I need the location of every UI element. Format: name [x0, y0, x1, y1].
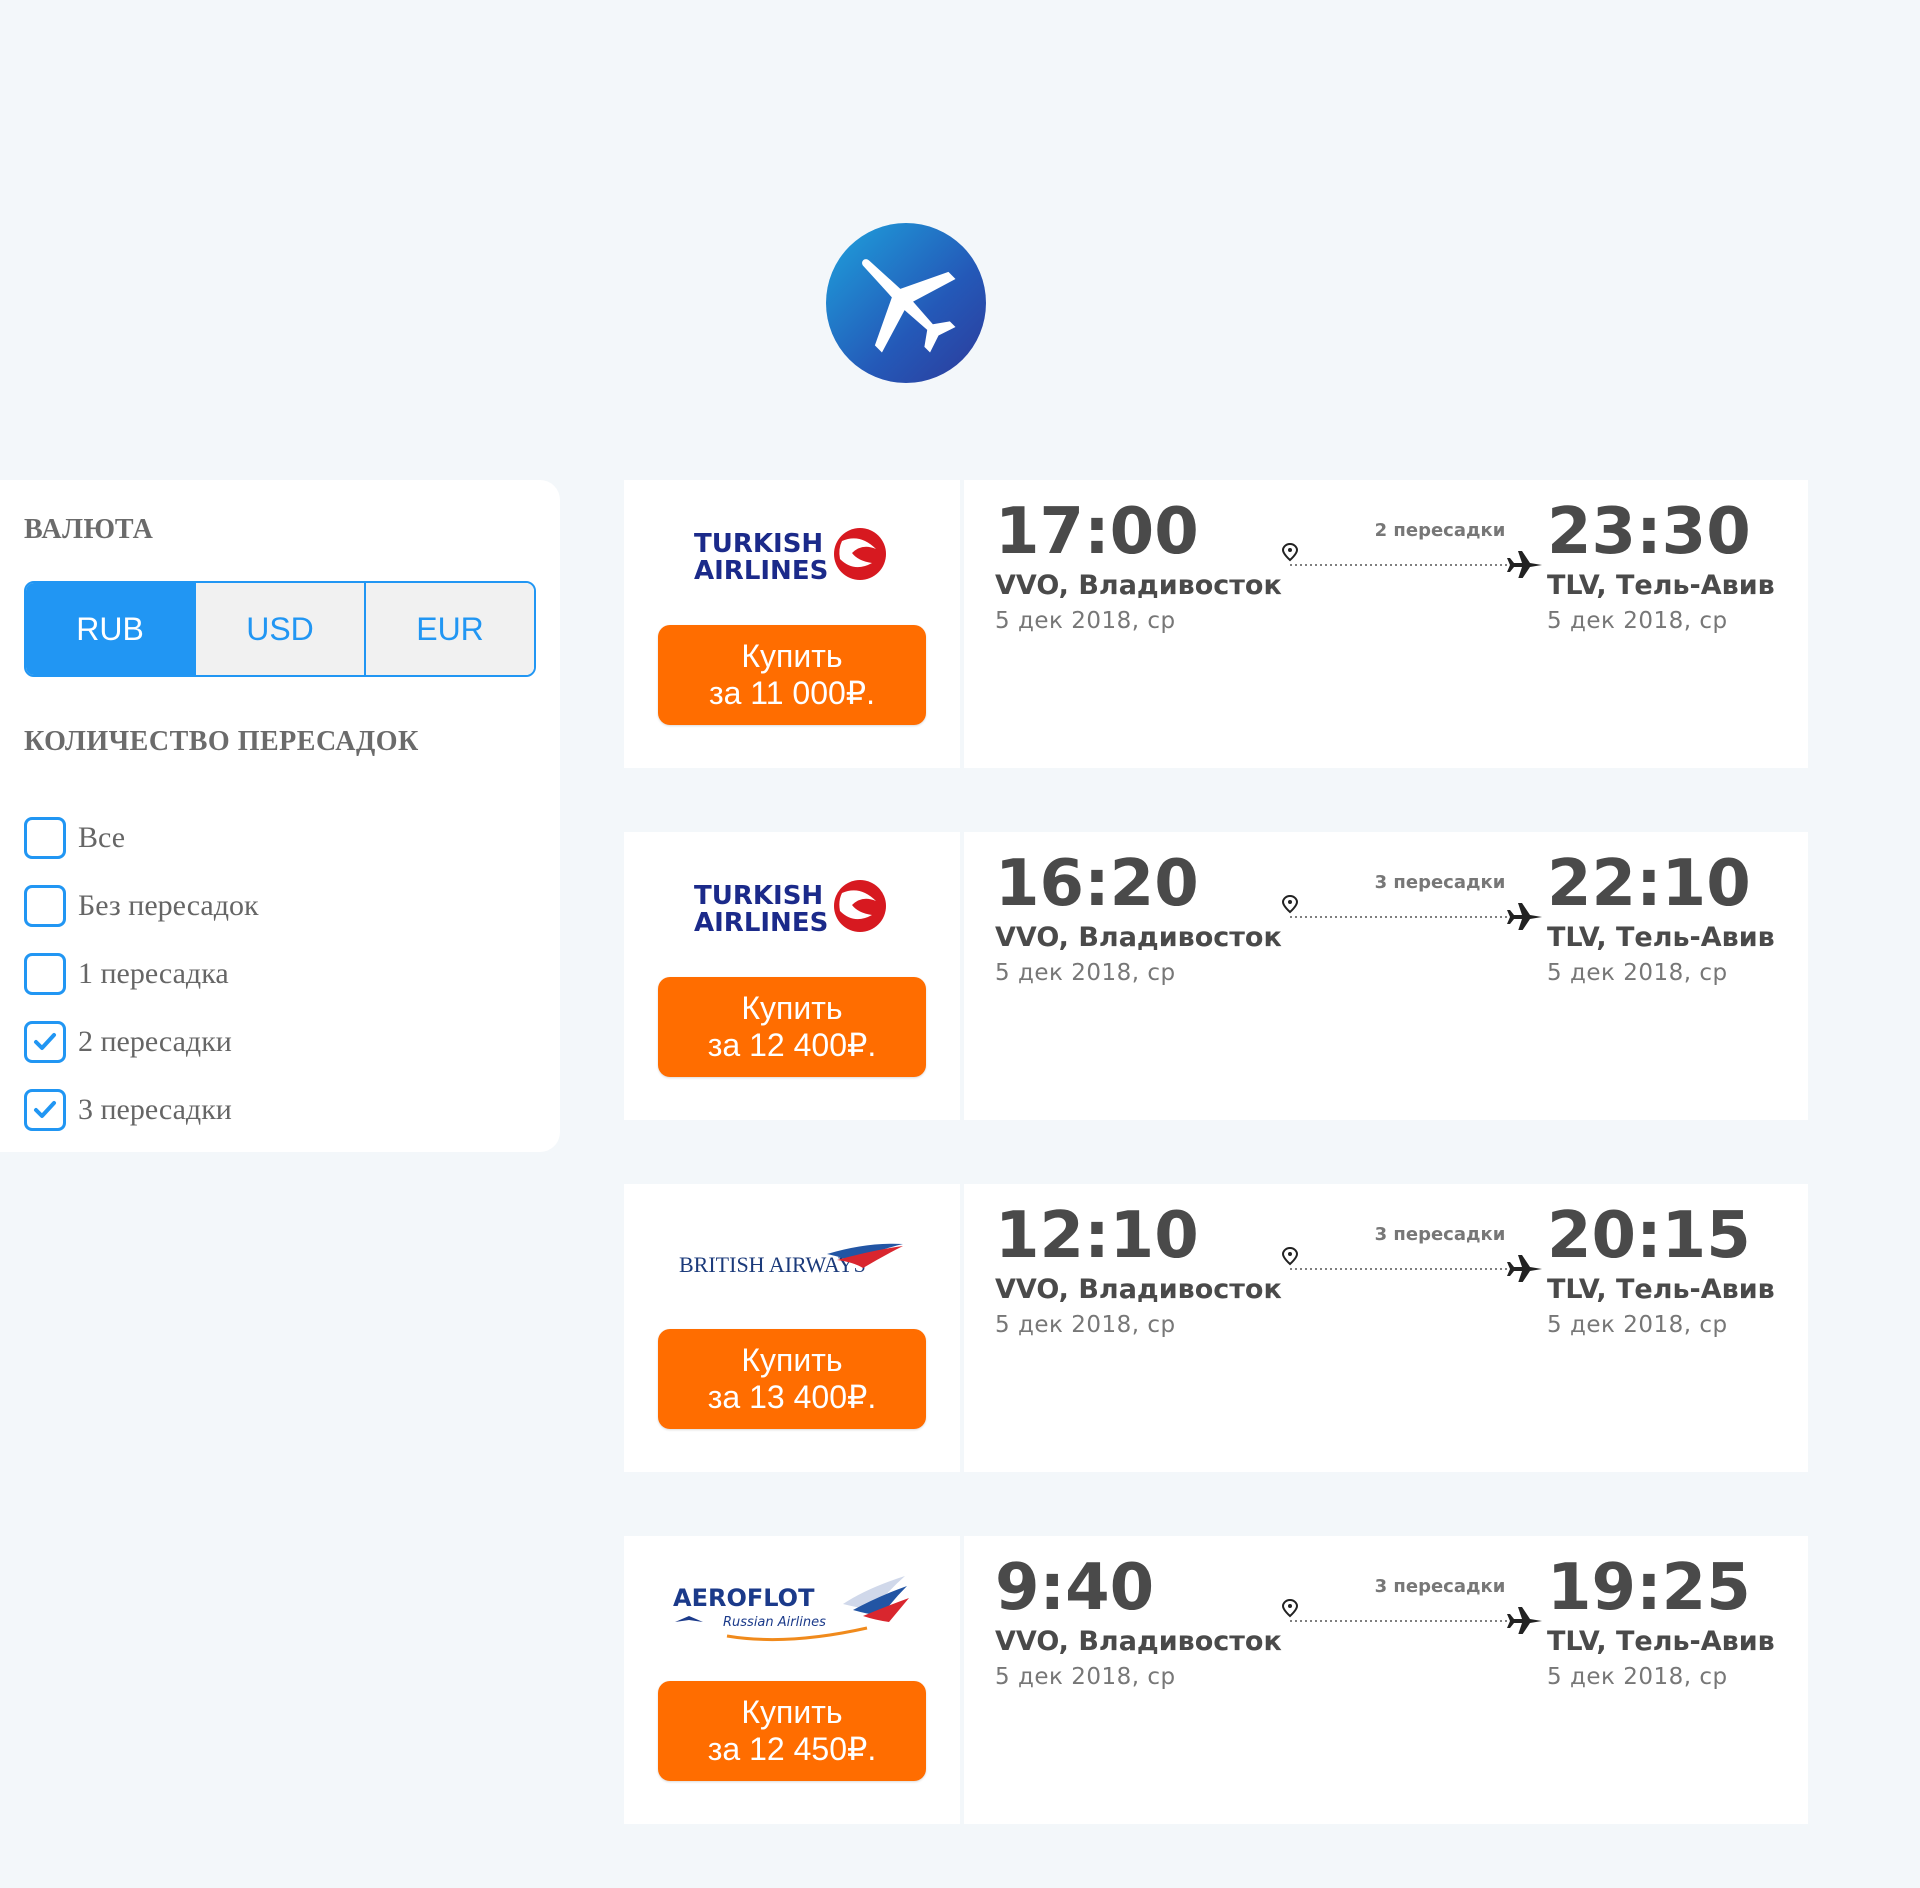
- aeroflot-logo: AEROFLOT Russian Airlines: [624, 1560, 960, 1660]
- filter-panel: ВАЛЮТА RUB USD EUR КОЛИЧЕСТВО ПЕРЕСАДОК …: [0, 480, 560, 1152]
- route-line: [1282, 894, 1542, 930]
- buy-button-price: за 12 400₽.: [707, 1027, 877, 1063]
- buy-button-label: Купить: [741, 638, 843, 674]
- stops-option-label: 1 пересадка: [78, 957, 229, 990]
- location-pin-icon: [1282, 1246, 1299, 1266]
- ticket-route-section: 12:10 VVO, Владивосток 5 дек 2018, ср 3 …: [964, 1184, 1808, 1472]
- arrival-time: 23:30: [1547, 495, 1751, 569]
- departure-city: VVO, Владивосток: [995, 1626, 1282, 1657]
- currency-rub-button[interactable]: RUB: [26, 583, 196, 675]
- turkish-airlines-logo: TURKISH AIRLINES: [624, 504, 960, 604]
- departure-date: 5 дек 2018, ср: [995, 1664, 1176, 1690]
- buy-button-price: за 11 000₽.: [708, 675, 876, 711]
- departure-date: 5 дек 2018, ср: [995, 960, 1176, 986]
- british-airways-logo: BRITISH AIRWAYS: [624, 1208, 960, 1308]
- currency-usd-button[interactable]: USD: [196, 583, 366, 675]
- turkish-airlines-logo: TURKISH AIRLINES: [624, 856, 960, 956]
- ticket-airline-section: TURKISH AIRLINES Купить за 11 000₽.: [624, 480, 960, 768]
- stops-option-nonstop[interactable]: Без пересадок: [24, 872, 259, 940]
- stops-title: КОЛИЧЕСТВО ПЕРЕСАДОК: [24, 726, 419, 757]
- ticket-card: AEROFLOT Russian Airlines Купить за 12 4…: [624, 1536, 1808, 1824]
- route-line: [1282, 542, 1542, 578]
- ticket-card: TURKISH AIRLINES Купить за 12 400₽. 16:2…: [624, 832, 1808, 1120]
- logo-text: AIRLINES: [694, 556, 828, 586]
- arrival-time: 19:25: [1547, 1551, 1751, 1625]
- departure-time: 16:20: [995, 847, 1199, 921]
- checkbox[interactable]: [24, 953, 66, 995]
- site-logo[interactable]: [826, 223, 986, 383]
- stops-option-label: Все: [78, 821, 126, 854]
- stops-option-label: Без пересадок: [78, 889, 259, 922]
- buy-button[interactable]: Купить за 11 000₽.: [658, 625, 926, 725]
- ticket-airline-section: BRITISH AIRWAYS Купить за 13 400₽.: [624, 1184, 960, 1472]
- departure-date: 5 дек 2018, ср: [995, 608, 1176, 634]
- checkmark-icon: [34, 1101, 56, 1118]
- ticket-route-section: 9:40 VVO, Владивосток 5 дек 2018, ср 3 п…: [964, 1536, 1808, 1824]
- arrival-date: 5 дек 2018, ср: [1547, 608, 1728, 634]
- location-pin-icon: [1282, 542, 1299, 562]
- stops-option-1[interactable]: 1 пересадка: [24, 940, 259, 1008]
- stops-option-label: 2 пересадки: [78, 1025, 232, 1058]
- route-line: [1282, 1246, 1542, 1282]
- arrival-date: 5 дек 2018, ср: [1547, 960, 1728, 986]
- departure-time: 12:10: [995, 1199, 1199, 1273]
- currency-title: ВАЛЮТА: [24, 514, 154, 545]
- checkbox[interactable]: [24, 1021, 66, 1063]
- airplane-icon: [1507, 1255, 1542, 1282]
- ticket-card: BRITISH AIRWAYS Купить за 13 400₽. 12:10…: [624, 1184, 1808, 1472]
- departure-time: 9:40: [995, 1551, 1155, 1625]
- departure-city: VVO, Владивосток: [995, 570, 1282, 601]
- logo-text: TURKISH: [694, 529, 823, 559]
- stops-option-2[interactable]: 2 пересадки: [24, 1008, 259, 1076]
- arrival-city: TLV, Тель-Авив: [1547, 1274, 1775, 1305]
- ticket-route-section: 17:00 VVO, Владивосток 5 дек 2018, ср 2 …: [964, 480, 1808, 768]
- departure-time: 17:00: [995, 495, 1199, 569]
- arrival-time: 22:10: [1547, 847, 1751, 921]
- buy-button-label: Купить: [741, 1694, 843, 1730]
- logo-text: Russian Airlines: [723, 1615, 826, 1630]
- departure-date: 5 дек 2018, ср: [995, 1312, 1176, 1338]
- departure-city: VVO, Владивосток: [995, 922, 1282, 953]
- logo-text: AEROFLOT: [673, 1584, 815, 1612]
- buy-button-label: Купить: [741, 990, 843, 1026]
- arrival-date: 5 дек 2018, ср: [1547, 1312, 1728, 1338]
- buy-button-price: за 12 450₽.: [707, 1731, 877, 1767]
- airplane-icon: [1507, 551, 1542, 578]
- buy-button[interactable]: Купить за 13 400₽.: [658, 1329, 926, 1429]
- checkbox[interactable]: [24, 817, 66, 859]
- buy-button[interactable]: Купить за 12 450₽.: [658, 1681, 926, 1781]
- logo-text: AIRLINES: [694, 908, 828, 938]
- departure-city: VVO, Владивосток: [995, 1274, 1282, 1305]
- buy-button-label: Купить: [741, 1342, 843, 1378]
- route-line: [1282, 1598, 1542, 1634]
- location-pin-icon: [1282, 1598, 1299, 1618]
- buy-button[interactable]: Купить за 12 400₽.: [658, 977, 926, 1077]
- airplane-icon: [862, 259, 956, 353]
- arrival-city: TLV, Тель-Авив: [1547, 1626, 1775, 1657]
- stops-option-3[interactable]: 3 пересадки: [24, 1076, 259, 1144]
- checkbox[interactable]: [24, 1089, 66, 1131]
- arrival-city: TLV, Тель-Авив: [1547, 922, 1775, 953]
- logo-text: TURKISH: [694, 881, 823, 911]
- ticket-route-section: 16:20 VVO, Владивосток 5 дек 2018, ср 3 …: [964, 832, 1808, 1120]
- ticket-airline-section: TURKISH AIRLINES Купить за 12 400₽.: [624, 832, 960, 1120]
- ticket-airline-section: AEROFLOT Russian Airlines Купить за 12 4…: [624, 1536, 960, 1824]
- stops-filter-list: Все Без пересадок 1 пересадка 2 пересадк…: [24, 804, 259, 1144]
- buy-button-price: за 13 400₽.: [707, 1379, 877, 1415]
- stops-option-all[interactable]: Все: [24, 804, 259, 872]
- stops-option-label: 3 пересадки: [78, 1093, 232, 1126]
- checkmark-icon: [34, 1033, 56, 1050]
- checkbox[interactable]: [24, 885, 66, 927]
- ticket-card: TURKISH AIRLINES Купить за 11 000₽. 17:0…: [624, 480, 1808, 768]
- airplane-icon: [1507, 903, 1542, 930]
- currency-eur-button[interactable]: EUR: [366, 583, 534, 675]
- currency-switch: RUB USD EUR: [24, 581, 536, 677]
- airplane-icon: [1507, 1607, 1542, 1634]
- arrival-time: 20:15: [1547, 1199, 1751, 1273]
- arrival-date: 5 дек 2018, ср: [1547, 1664, 1728, 1690]
- location-pin-icon: [1282, 894, 1299, 914]
- arrival-city: TLV, Тель-Авив: [1547, 570, 1775, 601]
